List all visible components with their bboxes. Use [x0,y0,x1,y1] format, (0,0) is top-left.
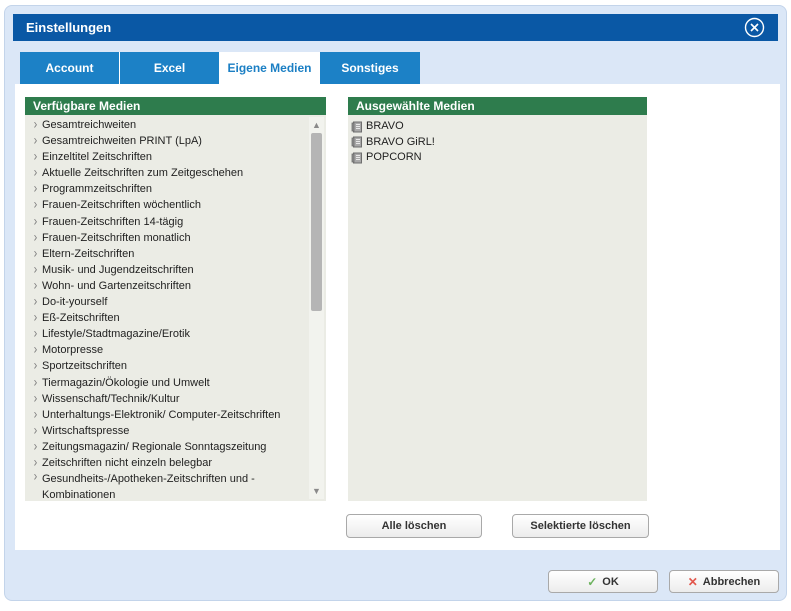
tree-item-label: Eß-Zeitschriften [42,310,120,326]
tree-item[interactable]: › Frauen-Zeitschriften 14-tägig [29,214,306,230]
tab-bar: Account Excel Eigene Medien Sonstiges [20,52,420,84]
selected-media-list: BRAVO BRAVO GiRL! POPCORN [348,115,647,501]
tree-item[interactable]: › Programmzeitschriften [29,181,306,197]
dialog-title: Einstellungen [13,20,111,35]
tree-item[interactable]: › Gesamtreichweiten PRINT (LpA) [29,133,306,149]
chevron-right-icon[interactable]: › [29,467,42,501]
tree-item-label: Do-it-yourself [42,294,107,310]
tree-item[interactable]: › Aktuelle Zeitschriften zum Zeitgescheh… [29,165,306,181]
tree-item[interactable]: › Gesamtreichweiten [29,117,306,133]
available-media-list: › Gesamtreichweiten › Gesamtreichweiten … [25,115,326,501]
tree-item[interactable]: › Motorpresse [29,342,306,358]
selected-media-item[interactable]: POPCORN [351,150,643,166]
tree-item-label: Zeitschriften nicht einzeln belegbar [42,455,212,471]
tree-item-label: Gesamtreichweiten PRINT (LpA) [42,133,202,149]
tree-item[interactable]: › Wissenschaft/Technik/Kultur [29,391,306,407]
tree-item-label: Frauen-Zeitschriften monatlich [42,230,191,246]
magazine-icon [351,136,363,148]
tree-item-label: Einzeltitel Zeitschriften [42,149,152,165]
dialog-titlebar: Einstellungen [13,14,778,41]
magazine-icon [351,121,363,133]
selected-media-label: POPCORN [366,150,422,166]
selected-media-label: BRAVO GiRL! [366,135,435,151]
tree-item-label: Unterhaltungs-Elektronik/ Computer-Zeits… [42,407,280,423]
tree-item-label: Aktuelle Zeitschriften zum Zeitgeschehen [42,165,243,181]
selected-media-item[interactable]: BRAVO GiRL! [351,135,643,151]
tab-excel[interactable]: Excel [120,52,220,84]
tree-item[interactable]: › Zeitungsmagazin/ Regionale Sonntagszei… [29,439,306,455]
tree-item-label: Zeitungsmagazin/ Regionale Sonntagszeitu… [42,439,266,455]
tree-item[interactable]: › Musik- und Jugendzeitschriften [29,262,306,278]
ok-button-label: OK [602,576,619,588]
tree-item[interactable]: › Zeitschriften nicht einzeln belegbar [29,455,306,471]
tree-item[interactable]: › Eltern-Zeitschriften [29,246,306,262]
tree-item-label: Sportzeitschriften [42,358,127,374]
tree-item[interactable]: › Tiermagazin/Ökologie und Umwelt [29,375,306,391]
tree-item-label: Frauen-Zeitschriften wöchentlich [42,197,201,213]
available-media-panel: Verfügbare Medien › Gesamtreichweiten › … [25,97,326,501]
tree-item[interactable]: › Wohn- und Gartenzeitschriften [29,278,306,294]
selected-media-item[interactable]: BRAVO [351,119,643,135]
tree-item-label: Frauen-Zeitschriften 14-tägig [42,214,183,230]
tree-item[interactable]: › Eß-Zeitschriften [29,310,306,326]
tree-item[interactable]: › Unterhaltungs-Elektronik/ Computer-Zei… [29,407,306,423]
tree-item-label: Musik- und Jugendzeitschriften [42,262,194,278]
tab-eigene-medien[interactable]: Eigene Medien [220,52,320,84]
tree-item[interactable]: › Einzeltitel Zeitschriften [29,149,306,165]
scrollbar-thumb[interactable] [311,133,322,311]
tree-item-label: Lifestyle/Stadtmagazine/Erotik [42,326,190,342]
tree-item[interactable]: › Gesundheits-/Apotheken-Zeitschriften u… [29,471,306,501]
tree-item-label: Gesundheits-/Apotheken-Zeitschriften und… [42,471,306,501]
tree-item[interactable]: › Sportzeitschriften [29,358,306,374]
selected-media-label: BRAVO [366,119,404,135]
tab-content: Verfügbare Medien › Gesamtreichweiten › … [15,84,780,550]
tree-item[interactable]: › Do-it-yourself [29,294,306,310]
x-icon: ✕ [688,575,698,589]
scrollbar-down-icon[interactable]: ▼ [309,485,324,497]
cancel-button-label: Abbrechen [703,576,760,588]
delete-selected-button[interactable]: Selektierte löschen [512,514,649,538]
tab-account[interactable]: Account [20,52,120,84]
tree-item[interactable]: › Wirtschaftspresse [29,423,306,439]
settings-dialog: Einstellungen Account Excel Eigene Medie… [4,5,787,601]
tree-item-label: Motorpresse [42,342,103,358]
tree-item[interactable]: › Lifestyle/Stadtmagazine/Erotik [29,326,306,342]
check-icon: ✓ [587,575,597,589]
selected-media-panel: Ausgewählte Medien BRAVO BRAVO GiRL! POP… [348,97,647,501]
scrollbar-up-icon[interactable]: ▲ [309,119,324,131]
tree-item-label: Wohn- und Gartenzeitschriften [42,278,191,294]
ok-button[interactable]: ✓ OK [548,570,658,593]
magazine-icon [351,152,363,164]
tree-item-label: Gesamtreichweiten [42,117,136,133]
tree-item[interactable]: › Frauen-Zeitschriften monatlich [29,230,306,246]
tree-item[interactable]: › Frauen-Zeitschriften wöchentlich [29,197,306,213]
tree-item-label: Programmzeitschriften [42,181,152,197]
cancel-button[interactable]: ✕ Abbrechen [669,570,779,593]
close-icon[interactable] [744,17,765,38]
tab-sonstiges[interactable]: Sonstiges [320,52,420,84]
scrollbar[interactable]: ▲ ▼ [309,117,324,499]
tree-item-label: Tiermagazin/Ökologie und Umwelt [42,375,210,391]
delete-all-button[interactable]: Alle löschen [346,514,482,538]
tree-item-label: Wirtschaftspresse [42,423,129,439]
available-media-header: Verfügbare Medien [25,97,326,115]
selected-media-header: Ausgewählte Medien [348,97,647,115]
tree-item-label: Eltern-Zeitschriften [42,246,134,262]
tree-item-label: Wissenschaft/Technik/Kultur [42,391,180,407]
